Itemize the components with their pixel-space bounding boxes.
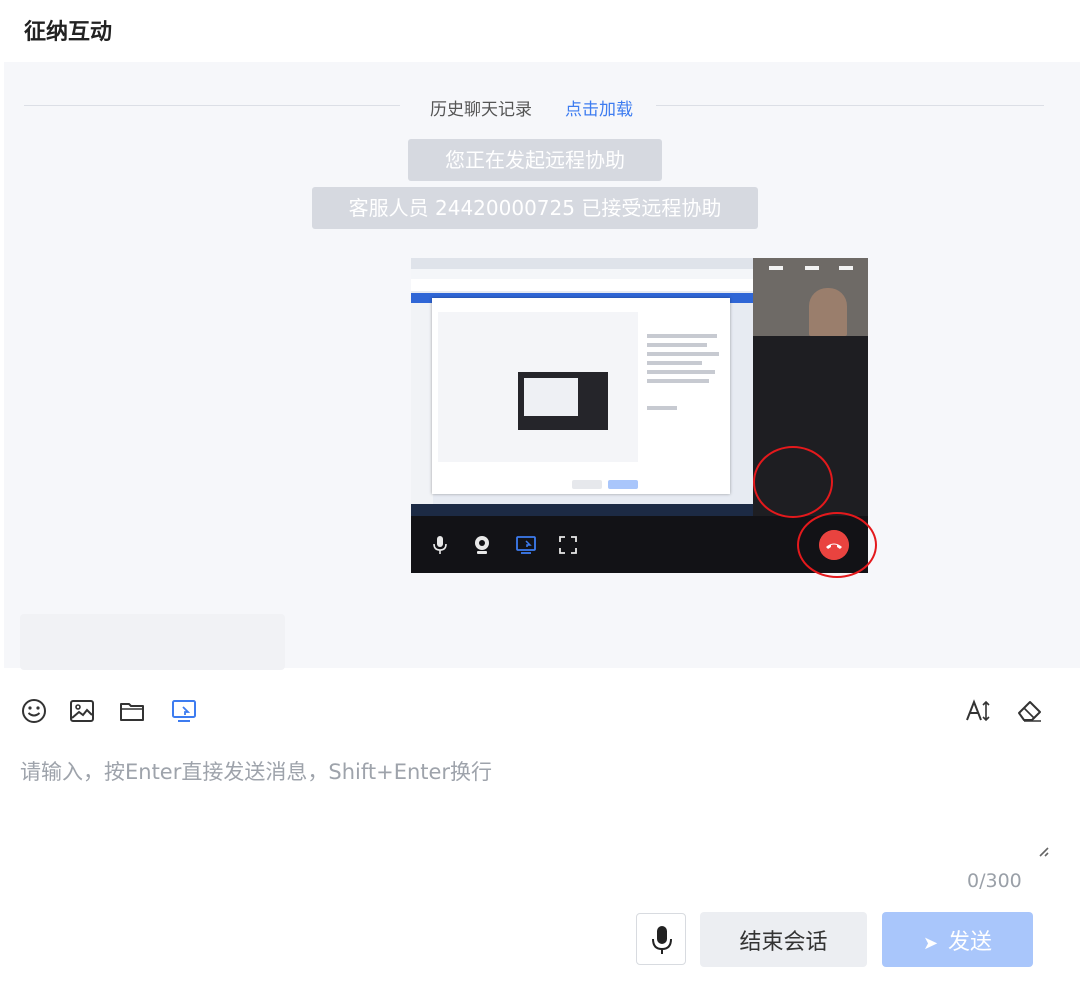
history-divider-left [24,105,400,106]
page-title: 征纳互动 [24,20,113,45]
character-counter: 0/300 [967,870,1022,892]
send-button-label: 发送 [948,929,993,955]
screenshot-taskbar [411,504,753,516]
blurred-message [20,614,285,670]
screenshot-nested-video [518,372,608,430]
eraser-icon[interactable] [1015,697,1043,725]
screenshot-camera-preview [753,258,868,336]
message-input-area[interactable] [20,755,920,789]
remote-assist-icon[interactable] [170,697,198,725]
history-label: 历史聊天记录 [430,100,532,120]
fullscreen-icon [559,536,577,554]
image-icon[interactable] [68,697,96,725]
end-session-button[interactable]: 结束会话 [700,912,867,967]
voice-input-button[interactable] [636,913,686,965]
annotation-circle [753,446,833,518]
system-message: 您正在发起远程协助 [408,139,662,181]
system-message: 客服人员 24420000725 已接受远程协助 [312,187,758,229]
screen-share-icon [516,536,536,554]
screenshot-desktop [411,258,753,516]
emoji-icon[interactable] [20,697,48,725]
camera-icon [475,536,489,554]
annotation-circle [797,512,877,578]
resize-handle-icon[interactable] [1036,844,1050,858]
message-input[interactable] [20,755,920,789]
font-size-icon[interactable] [964,697,992,725]
header: 征纳互动 [0,0,1080,60]
microphone-icon [652,926,672,954]
send-icon: ➤ [922,932,939,954]
remote-assist-screenshot[interactable] [411,258,868,573]
folder-icon[interactable] [118,697,146,725]
screenshot-chat-window [432,298,730,494]
load-history-link[interactable]: 点击加载 [565,95,633,120]
history-divider-right [656,105,1044,106]
send-button[interactable]: ➤ 发送 [882,912,1033,967]
microphone-icon [433,536,447,554]
